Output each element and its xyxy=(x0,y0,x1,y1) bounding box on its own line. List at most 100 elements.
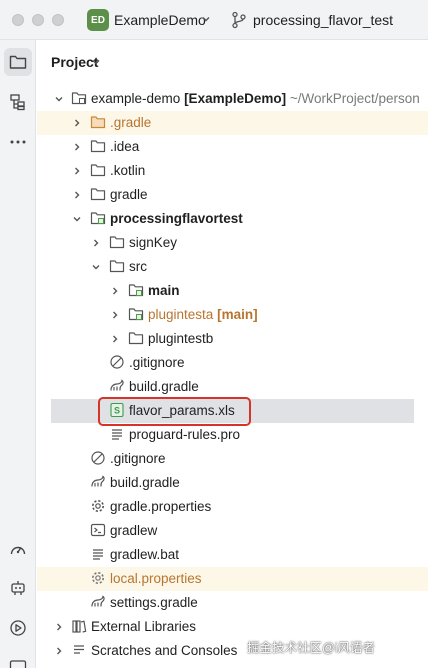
tree-label: gradlew xyxy=(110,523,158,538)
chevron-right-icon[interactable] xyxy=(71,141,83,153)
tree-label: .gitignore xyxy=(129,355,185,370)
gauge-icon xyxy=(10,546,26,555)
gradle-file-icon xyxy=(91,475,105,487)
chevron-down-icon[interactable] xyxy=(91,57,101,67)
folder-icon xyxy=(109,236,125,249)
folder-icon xyxy=(90,140,106,153)
project-badge[interactable]: ED xyxy=(87,9,109,31)
chevron-right-icon[interactable] xyxy=(109,333,121,345)
tree-label: local.properties xyxy=(110,571,202,586)
run-icon xyxy=(10,620,26,636)
tree-label: Scratches and Consoles xyxy=(91,643,238,658)
tree-item-proguard[interactable]: proguard-rules.pro xyxy=(37,423,428,447)
tree-label: gradle xyxy=(110,187,148,202)
minimize-window-button[interactable] xyxy=(32,14,44,26)
tree-item-kotlin[interactable]: .kotlin xyxy=(37,159,428,183)
tree-item-gradle-properties[interactable]: gradle.properties xyxy=(37,495,428,519)
text-file-icon xyxy=(112,429,122,440)
chevron-right-icon[interactable] xyxy=(71,189,83,201)
branch-switcher[interactable]: processing_flavor_test xyxy=(253,12,393,28)
chevron-right-icon[interactable] xyxy=(53,645,65,657)
tree-label: proguard-rules.pro xyxy=(129,427,241,442)
chevron-right-icon[interactable] xyxy=(53,621,65,633)
text-file-icon xyxy=(93,549,103,560)
tree-label: build.gradle xyxy=(110,475,180,490)
tree-label: build.gradle xyxy=(129,379,199,394)
close-window-button[interactable] xyxy=(12,14,24,26)
gradle-file-icon xyxy=(91,595,105,607)
source-folder-icon xyxy=(128,308,144,321)
tree-item-gradlew-bat[interactable]: gradlew.bat xyxy=(37,543,428,567)
tree-label: gradle.properties xyxy=(110,499,212,514)
tree-item-module[interactable]: processingflavortest xyxy=(37,207,428,231)
folder-icon xyxy=(9,55,27,69)
tree-item-signkey[interactable]: signKey xyxy=(37,231,428,255)
structure-icon xyxy=(10,94,25,111)
more-icon xyxy=(10,140,26,144)
maximize-window-button[interactable] xyxy=(52,14,64,26)
root-tag: [ExampleDemo] xyxy=(184,91,287,106)
tree-item-main[interactable]: main xyxy=(37,279,428,303)
chevron-down-icon[interactable] xyxy=(53,93,65,105)
chevron-down-icon[interactable] xyxy=(201,14,211,24)
terminal-icon xyxy=(9,660,27,668)
tree-item-gradlew[interactable]: gradlew xyxy=(37,519,428,543)
tree-item-gradle[interactable]: gradle xyxy=(37,183,428,207)
tree-item-build-gradle[interactable]: build.gradle xyxy=(37,471,428,495)
scratches-icon xyxy=(74,645,84,654)
tree-label: External Libraries xyxy=(91,619,197,634)
tree-label: .idea xyxy=(110,139,140,154)
module-folder-icon xyxy=(71,92,87,105)
gear-icon xyxy=(92,500,104,512)
tree-label: main xyxy=(148,283,180,298)
tree-label: gradlew.bat xyxy=(110,547,180,562)
tree-label: plugintestb xyxy=(148,331,214,346)
structure-tool-button[interactable] xyxy=(4,88,32,116)
tree-label-root: example-demo [ExampleDemo] ~/WorkProject… xyxy=(91,91,420,106)
root-name: example-demo xyxy=(91,91,181,106)
more-tools-button[interactable] xyxy=(4,128,32,156)
tree-item-idea[interactable]: .idea xyxy=(37,135,428,159)
chevron-right-icon[interactable] xyxy=(109,309,121,321)
tree-label: processingflavortest xyxy=(110,211,243,226)
folder-icon xyxy=(109,260,125,273)
chevron-right-icon[interactable] xyxy=(90,237,102,249)
chevron-right-icon[interactable] xyxy=(71,117,83,129)
project-switcher[interactable]: ExampleDemo xyxy=(114,12,206,28)
tree-item-local-properties[interactable]: local.properties xyxy=(37,567,428,591)
tree-item-dot-gradle[interactable]: .gradle xyxy=(37,111,428,135)
tree-item-plugintestb[interactable]: plugintestb xyxy=(37,327,428,351)
chevron-down-icon[interactable] xyxy=(90,261,102,273)
tree-label: .kotlin xyxy=(110,163,146,178)
tree-item-module-build-gradle[interactable]: build.gradle xyxy=(37,375,428,399)
gradle-file-icon xyxy=(110,379,124,391)
library-icon xyxy=(72,620,87,633)
folder-icon xyxy=(90,164,106,177)
tree-label: settings.gradle xyxy=(110,595,198,610)
chevron-down-icon[interactable] xyxy=(71,213,83,225)
tree-label: src xyxy=(129,259,147,274)
tree-item-settings-gradle[interactable]: settings.gradle xyxy=(37,591,428,615)
tree-item-root[interactable]: example-demo [ExampleDemo] ~/WorkProject… xyxy=(37,87,428,111)
source-folder-icon xyxy=(128,284,144,297)
tool-strip xyxy=(0,40,36,668)
tree-label: signKey xyxy=(129,235,178,250)
highlight-box xyxy=(98,397,251,426)
terminal-tool-button[interactable] xyxy=(4,652,32,668)
tree-item-module-gitignore[interactable]: .gitignore xyxy=(37,351,428,375)
profiler-tool-button[interactable] xyxy=(4,536,32,564)
project-panel: Project example-demo [ExampleDemo] ~/Wor… xyxy=(37,40,428,668)
folder-icon xyxy=(128,332,144,345)
tree-item-external-libraries[interactable]: External Libraries xyxy=(37,615,428,639)
module-folder-icon xyxy=(90,212,106,225)
chevron-right-icon[interactable] xyxy=(71,165,83,177)
chevron-right-icon[interactable] xyxy=(109,285,121,297)
project-tool-button[interactable] xyxy=(4,48,32,76)
build-variants-button[interactable] xyxy=(4,574,32,602)
tree-item-gitignore[interactable]: .gitignore xyxy=(37,447,428,471)
tree-label: .gitignore xyxy=(110,451,166,466)
excluded-folder-icon xyxy=(90,116,106,129)
tree-item-plugintesta[interactable]: plugintesta [main] xyxy=(37,303,428,327)
run-tool-button[interactable] xyxy=(4,614,32,642)
tree-item-src[interactable]: src xyxy=(37,255,428,279)
